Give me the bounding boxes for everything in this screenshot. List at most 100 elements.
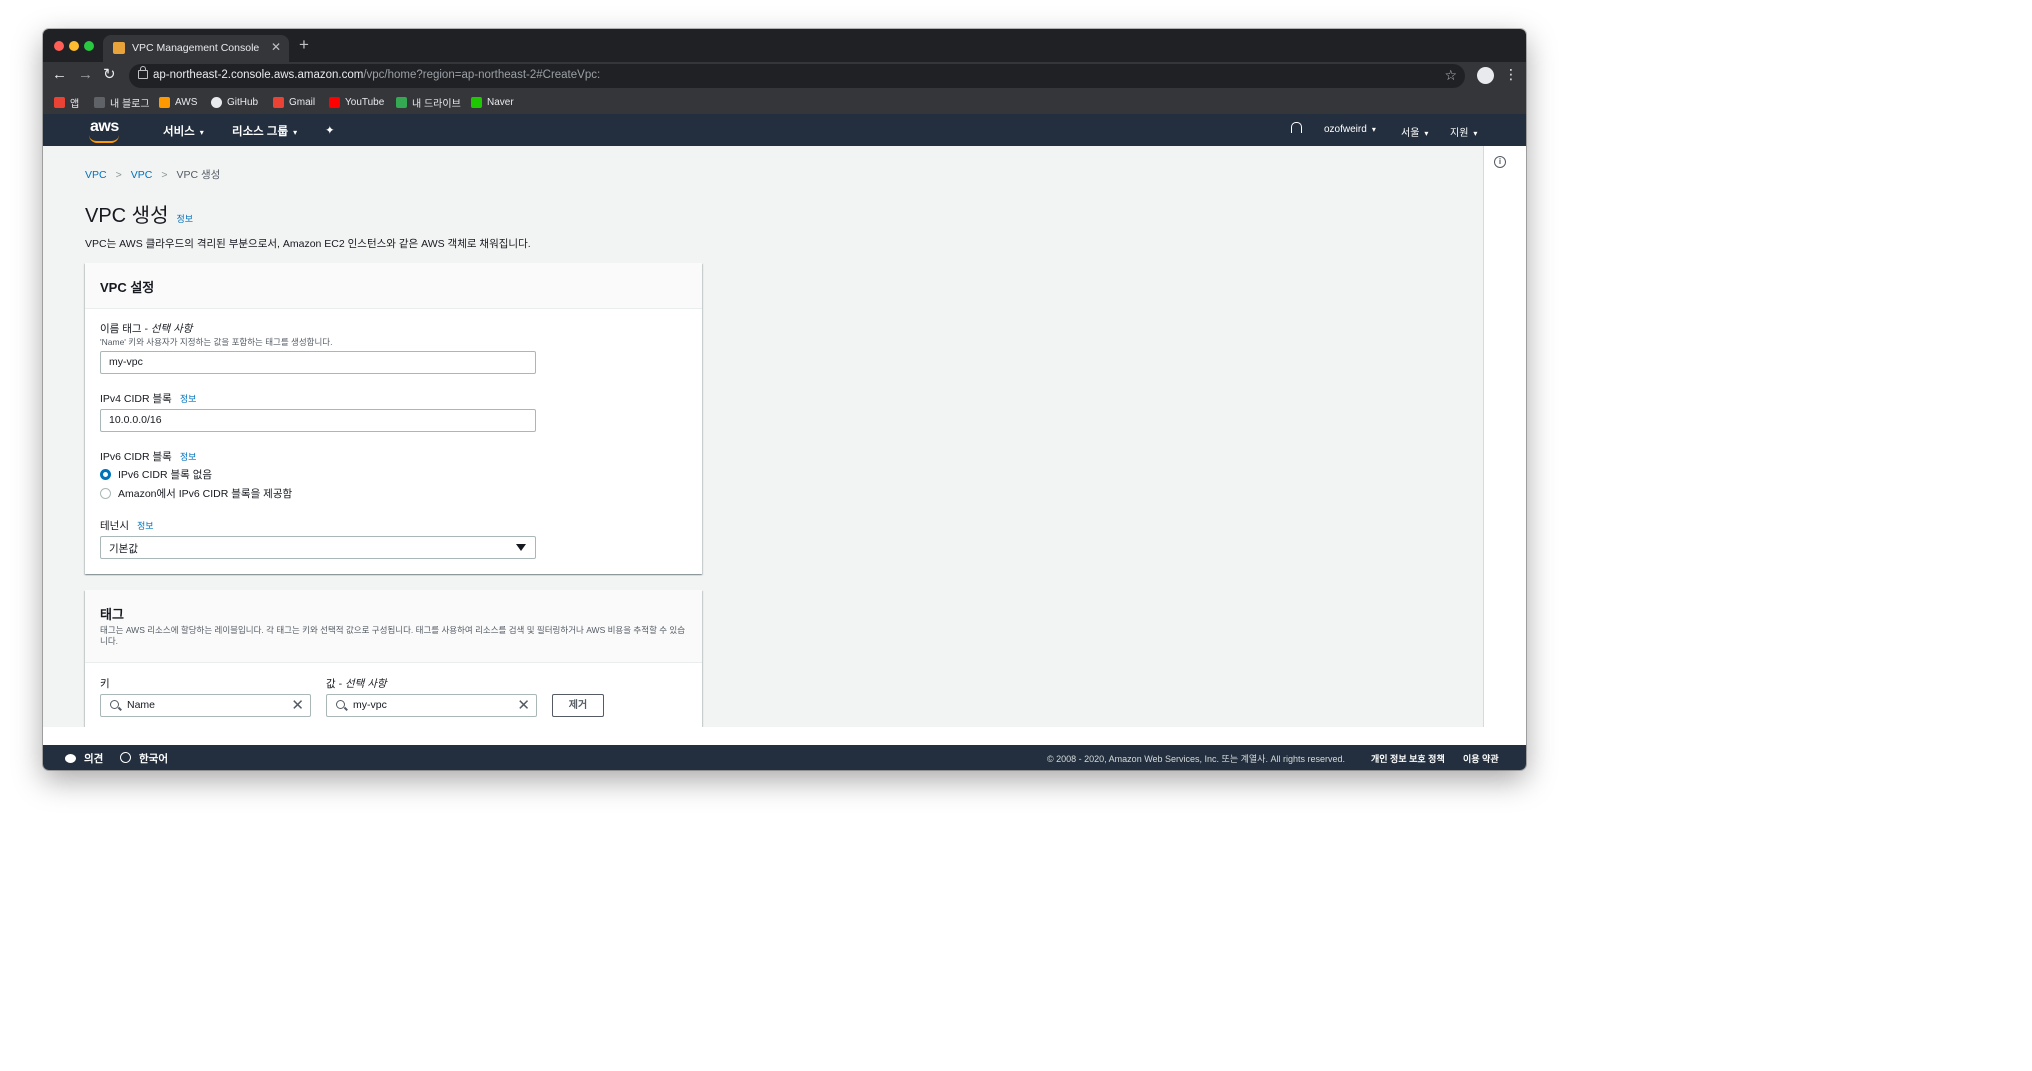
github-icon [211,96,222,108]
vpc-settings-panel: VPC 설정 이름 태그 - 선택 사항 'Name' 키와 사용자가 지정하는… [85,263,702,574]
tenancy-select[interactable]: 기본값 [100,536,536,559]
tag-value-label-text: 값 - [326,678,345,690]
services-menu[interactable]: 서비스 ▾ [163,123,204,139]
breadcrumb-current: VPC 생성 [176,169,221,181]
browser-menu-icon[interactable]: ⋮ [1504,66,1518,83]
breadcrumb-separator-icon: > [115,169,122,181]
panel-title: VPC 설정 [100,280,155,295]
back-icon[interactable]: ← [52,66,67,84]
pin-icon[interactable]: ✦ [325,123,335,137]
bookmark-gmail[interactable]: Gmail [273,94,315,110]
gmail-icon [273,96,284,108]
ipv6-info-link[interactable]: 정보 [180,452,197,462]
tags-panel: 태그 태그는 AWS 리소스에 할당하는 레이블입니다. 각 태그는 키와 선택… [85,590,702,727]
clear-icon[interactable]: ✕ [291,696,304,714]
name-tag-label: 이름 태그 - 선택 사항 [100,321,192,336]
account-menu[interactable]: ozofweird ▾ [1324,124,1376,135]
ipv6-amazon-radio[interactable] [100,488,111,499]
tab-bar: VPC Management Console ✕ + [43,29,1526,62]
extension-icon[interactable] [1477,67,1494,84]
region-label: 서울 [1401,128,1420,139]
google-drive-icon [396,96,407,108]
breadcrumb-separator-icon: > [161,169,168,181]
ipv4-cidr-value: 10.0.0.0/16 [109,414,162,426]
breadcrumb: VPC > VPC > VPC 생성 [85,167,220,182]
aws-logo[interactable]: aws [90,118,119,136]
name-tag-value: my-vpc [109,356,143,368]
privacy-policy-link[interactable]: 개인 정보 보호 정책 [1371,752,1445,765]
language-label: 한국어 [139,753,168,765]
aws-icon [159,96,170,108]
tag-key-input[interactable]: Name ✕ [100,694,311,717]
browser-window: VPC Management Console ✕ + ← → ↻ ap-nort… [43,29,1526,770]
support-menu[interactable]: 지원 ▾ [1450,124,1477,139]
dropdown-arrow-icon [516,544,526,551]
aws-favicon-icon [113,42,125,54]
bookmark-label: 앱 [70,98,80,110]
bookmark-youtube[interactable]: YouTube [329,94,384,110]
bookmark-github[interactable]: GitHub [211,94,258,110]
naver-icon [471,96,482,108]
ipv4-cidr-input[interactable]: 10.0.0.0/16 [100,409,536,432]
tenancy-label: 테넌시 정보 [100,518,154,533]
tag-key-value: Name [127,699,156,711]
aws-navbar: aws 서비스 ▾ 리소스 그룹 ▾ ✦ ozofweird ▾ 서울 ▾ 지원 ▾ [43,114,1526,146]
ipv6-cidr-label-text: IPv6 CIDR 블록 [100,451,172,463]
bookmark-star-icon[interactable]: ☆ [1444,67,1457,84]
page-title-text: VPC 생성 [85,205,169,227]
apps-grid-icon [54,96,65,108]
chevron-down-icon: ▾ [1371,125,1376,134]
feedback-link[interactable]: 의견 [65,751,103,766]
name-tag-input[interactable]: my-vpc [100,351,536,374]
address-bar[interactable]: ap-northeast-2.console.aws.amazon.com/vp… [129,64,1465,88]
chat-bubble-icon [65,754,76,763]
ipv4-info-link[interactable]: 정보 [180,394,197,404]
breadcrumb-vpc[interactable]: VPC [131,169,153,181]
footer-spacer [43,727,1526,745]
bell-icon[interactable] [1291,122,1302,133]
search-icon [336,700,345,709]
tag-value-optional: 선택 사항 [345,678,387,690]
panel-title: 태그 [100,607,124,622]
globe-icon [120,752,131,763]
name-tag-optional: 선택 사항 [150,323,193,335]
forward-icon[interactable]: → [78,66,93,84]
bookmark-drive[interactable]: 내 드라이브 [396,94,461,110]
youtube-icon [329,96,340,108]
bookmark-blog[interactable]: 내 블로그 [94,94,150,110]
chevron-down-icon: ▾ [293,128,298,137]
tag-key-label: 키 [100,678,110,690]
clear-icon[interactable]: ✕ [517,696,530,714]
bookmark-label: 내 드라이브 [412,98,461,110]
console-footer: 의견 한국어 © 2008 - 2020, Amazon Web Service… [43,745,1526,770]
bookmark-label: YouTube [345,96,385,108]
bookmark-naver[interactable]: Naver [471,94,514,110]
breadcrumb-vpc-dashboard[interactable]: VPC [85,169,107,181]
page-description: VPC는 AWS 클라우드의 격리된 부분으로서, Amazon EC2 인스턴… [85,238,531,250]
tab-close-icon[interactable]: ✕ [271,40,281,54]
ipv6-none-radio[interactable] [100,469,111,480]
resource-groups-menu[interactable]: 리소스 그룹 ▾ [232,123,297,139]
minimize-window-icon[interactable] [69,41,79,51]
close-window-icon[interactable] [54,41,64,51]
terms-link[interactable]: 이용 약관 [1463,752,1499,765]
remove-tag-button[interactable]: 제거 [552,694,604,717]
tenancy-info-link[interactable]: 정보 [137,521,154,531]
new-tab-icon[interactable]: + [299,36,309,53]
bookmark-aws[interactable]: AWS [159,94,197,110]
info-icon[interactable]: i [1494,156,1506,168]
tag-value-input[interactable]: my-vpc ✕ [326,694,537,717]
bookmark-label: 내 블로그 [110,98,150,110]
browser-tab[interactable]: VPC Management Console ✕ [103,35,289,62]
ipv6-amazon-label: Amazon에서 IPv6 CIDR 블록을 제공함 [118,488,293,500]
zoom-window-icon[interactable] [84,41,94,51]
reload-icon[interactable]: ↻ [103,66,116,84]
help-panel-rail: i [1483,146,1526,727]
language-selector[interactable]: 한국어 [120,751,168,766]
info-link[interactable]: 정보 [176,214,193,224]
region-menu[interactable]: 서울 ▾ [1401,124,1428,139]
bookmark-apps[interactable]: 앱 [54,94,79,110]
tab-title: VPC Management Console [132,42,260,54]
ipv4-cidr-label: IPv4 CIDR 블록 정보 [100,391,196,406]
name-tag-hint: 'Name' 키와 사용자가 지정하는 값을 포함하는 태그를 생성합니다. [100,337,333,347]
